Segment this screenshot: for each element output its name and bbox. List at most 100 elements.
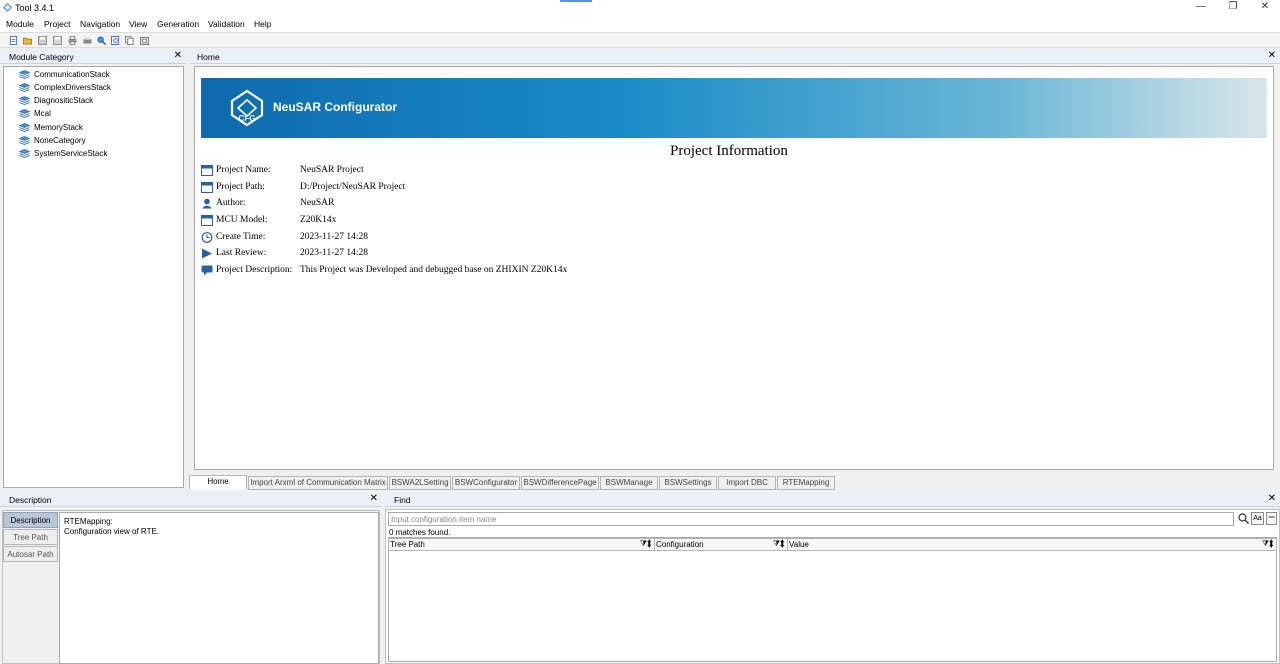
field-value: NeuSAR (300, 198, 335, 208)
column-label: Configuration (656, 540, 704, 549)
menu-project[interactable]: Project (44, 19, 70, 29)
menu-navigation[interactable]: Navigation (80, 19, 120, 29)
user-icon (202, 198, 212, 209)
module-category-close-button[interactable]: ✕ (174, 50, 182, 61)
minus-icon (1268, 516, 1275, 518)
field-label: MCU Model: (216, 215, 268, 225)
field-value: 2023-11-27 14:28 (300, 248, 368, 258)
tab-import-arxml[interactable]: Import Arxml of Communication Matrix (248, 476, 388, 490)
home-title: Home (197, 52, 220, 62)
window-title: Tool 3.4.1 (15, 3, 55, 13)
restore-button[interactable]: ❐ (1220, 1, 1246, 14)
window-icon (201, 215, 213, 226)
tab-rtemapping[interactable]: RTEMapping (777, 476, 835, 490)
paste-icon[interactable] (140, 36, 149, 45)
print-preview-icon[interactable] (83, 36, 92, 45)
find-title: Find (394, 495, 411, 505)
new-file-icon[interactable] (9, 36, 18, 45)
menu-view[interactable]: View (129, 19, 147, 29)
field-value: Z20K14x (300, 215, 337, 225)
module-category-header: Module Category ✕ (0, 50, 186, 64)
side-tab-tree-path[interactable]: Tree Path (3, 529, 58, 545)
tree-item-label: CommunicationStack (34, 70, 110, 79)
menu-generation[interactable]: Generation (157, 19, 199, 29)
save-icon[interactable] (38, 36, 47, 45)
filter-sort-icon[interactable]: ⧩⬍ (773, 539, 785, 549)
find-input-wrapper (388, 512, 1234, 526)
find-options-button[interactable] (1266, 512, 1277, 525)
tab-bswdifferencepage[interactable]: BSWDifferencePage (521, 476, 599, 490)
side-tab-autosar-path[interactable]: Autosar Path (3, 546, 58, 562)
toolbar (0, 32, 1280, 48)
field-value: NeuSAR Project (300, 165, 364, 175)
tree-item-label: NoneCategory (34, 136, 86, 145)
window-icon (201, 182, 213, 193)
open-folder-icon[interactable] (23, 36, 32, 45)
column-tree-path[interactable]: Tree Path ⧩⬍ (388, 538, 655, 551)
description-line-text: Configuration view of RTE. (64, 527, 160, 536)
copy-icon[interactable] (125, 36, 134, 45)
column-label: Value (789, 540, 809, 549)
home-close-button[interactable]: ✕ (1268, 50, 1276, 61)
side-tab-description[interactable]: Description (3, 512, 58, 528)
window-icon (201, 165, 213, 176)
tree-item-label: Mcal (34, 109, 51, 118)
logo-text: CFG (239, 114, 256, 123)
menu-validation[interactable]: Validation (208, 19, 245, 29)
neusar-banner: CFG NeuSAR Configurator (201, 78, 1267, 138)
stack-icon (19, 109, 30, 118)
search-icon[interactable] (97, 36, 106, 45)
menu-help[interactable]: Help (254, 19, 271, 29)
tree-item-label: ComplexDriversStack (34, 83, 111, 92)
info-row-project-description: Project Description: This Project was De… (201, 264, 901, 278)
info-row-create-time: Create Time: 2023-11-27 14:28 (201, 231, 901, 245)
match-case-button[interactable]: Aa (1251, 512, 1264, 525)
column-value[interactable]: Value ⧩⬍ (787, 538, 1277, 551)
field-label: Author: (216, 198, 246, 208)
home-header: Home ✕ (190, 50, 1280, 64)
tree-item-label: MemoryStack (34, 123, 83, 132)
tab-home[interactable]: Home (189, 475, 247, 490)
save-all-icon[interactable] (53, 36, 62, 45)
module-category-tree (3, 66, 184, 488)
info-row-project-path: Project Path: D:/Project/NeuSAR Project (201, 181, 901, 195)
column-configuration[interactable]: Configuration ⧩⬍ (654, 538, 788, 551)
clock-icon (201, 232, 213, 243)
tab-bswsettings[interactable]: BSWSettings (659, 476, 717, 490)
stack-icon (19, 83, 30, 92)
banner-brand: NeuSAR Configurator (273, 100, 397, 114)
find-close-button[interactable]: ✕ (1268, 493, 1276, 504)
field-label: Project Path: (216, 182, 265, 192)
column-label: Tree Path (390, 540, 425, 549)
find-icon[interactable] (111, 36, 120, 45)
info-row-mcu-model: MCU Model: Z20K14x (201, 214, 901, 228)
description-line-title: RTEMapping: (64, 517, 113, 526)
search-icon[interactable] (1238, 513, 1249, 524)
field-label: Project Name: (216, 165, 271, 175)
description-close-button[interactable]: ✕ (370, 493, 378, 504)
find-input[interactable] (389, 513, 1233, 525)
tab-bswmanage[interactable]: BSWManage (600, 476, 658, 490)
module-category-title: Module Category (9, 52, 74, 62)
close-window-button[interactable]: ✕ (1252, 1, 1278, 14)
comment-icon (201, 265, 213, 276)
info-row-last-review: Last Review: 2023-11-27 14:28 (201, 247, 901, 261)
find-header: Find ✕ (385, 493, 1280, 507)
field-value: This Project was Developed and debugged … (300, 265, 568, 275)
field-value: D:/Project/NeuSAR Project (300, 182, 406, 192)
menu-module[interactable]: Module (6, 19, 34, 29)
filter-sort-icon[interactable]: ⧩⬍ (640, 539, 652, 549)
tree-item-label: DiagnositicStack (34, 96, 94, 105)
minimize-button[interactable]: — (1188, 1, 1214, 14)
tree-item-label: SystemServiceStack (34, 149, 108, 158)
menu-bar: Module Project Navigation View Generatio… (0, 16, 1280, 32)
stack-icon (19, 149, 30, 158)
field-label: Project Description: (216, 265, 293, 275)
tab-import-dbc[interactable]: Import DBC (718, 476, 776, 490)
tab-bswa2lsetting[interactable]: BSWA2LSetting (389, 476, 451, 490)
print-icon[interactable] (68, 36, 77, 45)
filter-sort-icon[interactable]: ⧩⬍ (1262, 539, 1274, 549)
stack-icon (19, 136, 30, 145)
tab-bswconfigurator[interactable]: BSWConfigurator (452, 476, 520, 490)
app-icon (3, 3, 12, 12)
